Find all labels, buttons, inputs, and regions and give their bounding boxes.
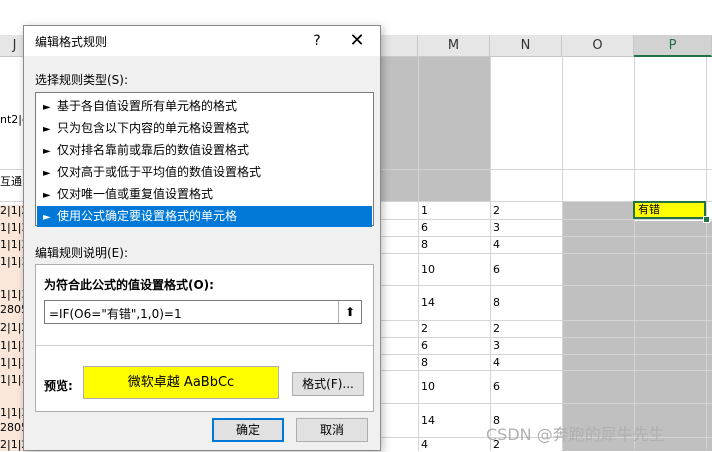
cell-m[interactable]: 2: [421, 322, 428, 336]
rule-type-item[interactable]: ► 仅对高于或低于平均值的数值设置格式: [37, 162, 372, 183]
cell-n[interactable]: 4: [493, 238, 500, 252]
rule-type-label: 选择规则类型(S):: [35, 73, 129, 87]
cell-m[interactable]: 4: [421, 438, 428, 452]
cell-m[interactable]: 14: [421, 414, 435, 428]
gridline: [706, 57, 707, 451]
cell-m[interactable]: 14: [421, 296, 435, 310]
cell-m[interactable]: 8: [421, 356, 428, 370]
watermark: CSDN @奔跑的犀牛先生: [486, 425, 665, 444]
cell-n[interactable]: 6: [493, 380, 500, 394]
arrow-right-icon: ►: [43, 168, 51, 179]
arrow-right-icon: ►: [43, 124, 51, 135]
close-icon[interactable]: ✕: [342, 28, 372, 54]
formula-label: 为符合此公式的值设置格式(O):: [44, 278, 214, 292]
header-grey-block: [380, 57, 490, 202]
dialog-title: 编辑格式规则: [35, 35, 108, 49]
divider: [36, 345, 373, 346]
cell-n[interactable]: 4: [493, 356, 500, 370]
column-header-l[interactable]: [380, 35, 418, 57]
cell-m[interactable]: 10: [421, 263, 435, 277]
preview-box: 微软卓越 AaBbCc: [83, 366, 279, 399]
column-o-grey: [562, 201, 634, 451]
gridline: [490, 57, 491, 451]
gridline: [634, 57, 635, 451]
format-button[interactable]: 格式(F)...: [292, 372, 364, 396]
formula-value: =IF(O6="有错",1,0)=1: [49, 307, 182, 321]
arrow-right-icon: ►: [43, 190, 51, 201]
ok-button[interactable]: 确定: [212, 418, 284, 442]
column-p-grey: [634, 221, 712, 451]
fill-handle[interactable]: [703, 216, 710, 223]
arrow-right-icon: ►: [43, 146, 51, 157]
collapse-dialog-icon[interactable]: ⬆: [338, 301, 361, 323]
rule-description-label: 编辑规则说明(E):: [35, 246, 128, 260]
cancel-button[interactable]: 取消: [296, 418, 368, 442]
rule-type-item-selected[interactable]: ► 使用公式确定要设置格式的单元格: [37, 206, 372, 227]
cell-n[interactable]: 6: [493, 263, 500, 277]
gridline: [562, 57, 563, 451]
column-header-o[interactable]: O: [562, 35, 634, 57]
rule-type-item[interactable]: ► 仅对唯一值或重复值设置格式: [37, 184, 372, 205]
edit-format-rule-dialog: 编辑格式规则 ? ✕ 选择规则类型(S): ► 基于各自值设置所有单元格的格式 ►…: [23, 25, 381, 451]
rule-description-panel: 为符合此公式的值设置格式(O): =IF(O6="有错",1,0)=1 ⬆ 预览…: [35, 264, 374, 412]
cell-n[interactable]: 2: [493, 322, 500, 336]
rule-type-item[interactable]: ► 仅对排名靠前或靠后的数值设置格式: [37, 140, 372, 161]
rule-type-item[interactable]: ► 基于各自值设置所有单元格的格式: [37, 96, 372, 117]
cell-n[interactable]: 2: [493, 204, 500, 218]
cell-n[interactable]: 3: [493, 221, 500, 235]
cell-n[interactable]: 8: [493, 296, 500, 310]
cell-m[interactable]: 8: [421, 238, 428, 252]
help-button[interactable]: ?: [304, 28, 330, 54]
rule-type-item[interactable]: ► 只为包含以下内容的单元格设置格式: [37, 118, 372, 139]
cell-m[interactable]: 6: [421, 339, 428, 353]
column-header-m[interactable]: M: [418, 35, 490, 57]
arrow-right-icon: ►: [43, 212, 51, 223]
cell-m[interactable]: 6: [421, 221, 428, 235]
gridline: [418, 57, 419, 451]
formula-input[interactable]: =IF(O6="有错",1,0)=1 ⬆: [44, 300, 362, 324]
selected-cell-p6[interactable]: 有错: [633, 201, 706, 219]
cell-m[interactable]: 10: [421, 380, 435, 394]
rule-type-list[interactable]: ► 基于各自值设置所有单元格的格式 ► 只为包含以下内容的单元格设置格式 ► 仅对排名…: [35, 92, 374, 227]
arrow-right-icon: ►: [43, 102, 51, 113]
cell-m[interactable]: 1: [421, 204, 428, 218]
cell-n[interactable]: 3: [493, 339, 500, 353]
preview-label: 预览:: [44, 379, 73, 393]
dialog-titlebar[interactable]: 编辑格式规则 ? ✕: [24, 26, 380, 56]
column-header-n[interactable]: N: [490, 35, 562, 57]
column-header-p[interactable]: P: [634, 35, 712, 57]
